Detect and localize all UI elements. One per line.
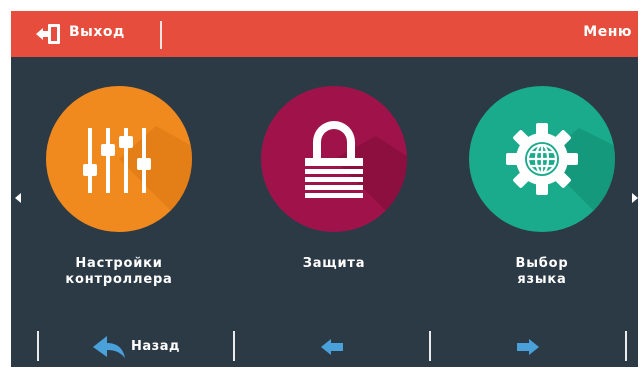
back-arrow-icon [93,336,125,358]
tile-controller-settings-label: Настройки контроллера [19,256,219,288]
back-button[interactable]: Назад [91,333,211,361]
back-label: Назад [131,339,180,354]
tile-controller-settings-circle [46,86,192,232]
sliders-icon [83,126,192,232]
tile-language[interactable]: Выбор языка [469,86,615,287]
tile-protection-circle [261,86,407,232]
page-title: Меню [583,24,632,40]
arrow-left-icon [321,339,343,355]
tile-protection-label: Защита [234,256,434,272]
controller-screen: Выход Меню Настройки контроллера Защита … [11,11,638,367]
bottom-divider [429,331,431,361]
globe-gear-icon [506,123,615,232]
tile-label-line1: Выбор [515,256,569,271]
arrow-right-icon [517,339,539,355]
lock-icon [305,121,407,232]
exit-door-icon [36,24,60,44]
bottom-divider [625,331,627,361]
tile-label-line2: языка [517,272,567,287]
scroll-left-arrow-icon[interactable] [15,193,21,203]
tile-label-line1: Настройки [75,256,163,271]
tile-controller-settings[interactable]: Настройки контроллера [46,86,192,287]
bottom-divider [37,331,39,361]
previous-button[interactable] [313,333,353,361]
exit-label: Выход [69,24,125,40]
bottom-divider [233,331,235,361]
tile-language-label: Выбор языка [442,256,638,288]
tile-protection[interactable]: Защита [261,86,407,271]
exit-button[interactable]: Выход [11,11,151,57]
topbar-divider [160,21,162,49]
scroll-right-arrow-icon[interactable] [632,193,638,203]
tile-label-line1: Защита [302,256,366,271]
next-button[interactable] [507,333,547,361]
tile-language-circle [469,86,615,232]
top-bar: Выход Меню [11,11,638,57]
tile-label-line2: контроллера [65,272,173,287]
